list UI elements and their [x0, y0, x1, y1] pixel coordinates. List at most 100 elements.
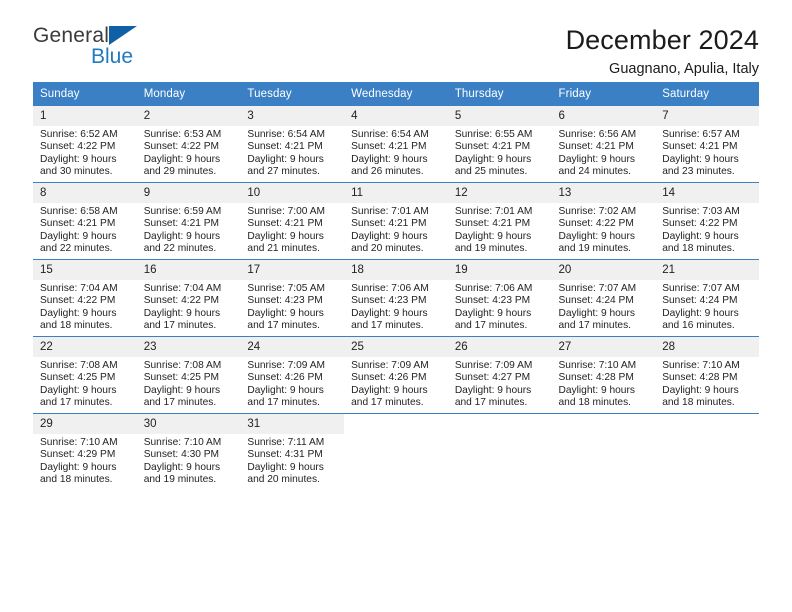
- sunrise-text: Sunrise: 7:09 AM: [247, 360, 325, 371]
- day-number: 19: [447, 260, 552, 280]
- day-cell[interactable]: 4 Sunrise: 6:54 AM Sunset: 4:21 PM Daylight…: [344, 106, 448, 182]
- day-number: 11: [344, 183, 448, 203]
- day-cell[interactable]: 30 Sunrise: 7:10 AM Sunset: 4:30 PM Dayligh…: [136, 414, 241, 490]
- daylight-text-line2: and 29 minutes.: [143, 166, 217, 178]
- calendar-week-row: 15 Sunrise: 7:04 AM Sunset: 4:22 PM Dayligh…: [33, 259, 759, 337]
- calendar-cell: 10 Sunrise: 7:00 AM Sunset: 4:21 PM Dayligh…: [240, 182, 345, 260]
- daylight-text-line1: Daylight: 9 hours: [143, 384, 221, 396]
- day-cell[interactable]: 3 Sunrise: 6:54 AM Sunset: 4:21 PM Daylight…: [240, 106, 345, 182]
- day-cell[interactable]: 14 Sunrise: 7:03 AM Sunset: 4:22 PM Dayligh…: [655, 183, 759, 259]
- day-details: Sunrise: 6:55 AM Sunset: 4:21 PM Daylight:…: [448, 126, 552, 179]
- calendar-week-row: 22 Sunrise: 7:08 AM Sunset: 4:25 PM Dayligh…: [33, 336, 759, 414]
- day-cell[interactable]: 9 Sunrise: 6:59 AM Sunset: 4:21 PM Daylight…: [136, 183, 241, 259]
- day-number: 15: [33, 260, 137, 280]
- day-cell[interactable]: 25 Sunrise: 7:09 AM Sunset: 4:26 PM Dayligh…: [344, 337, 448, 413]
- day-number: [447, 414, 552, 434]
- day-cell[interactable]: 27 Sunrise: 7:10 AM Sunset: 4:28 PM Dayligh…: [551, 337, 656, 413]
- sunset-text: Sunset: 4:25 PM: [143, 372, 220, 384]
- calendar-week-row: 1 Sunrise: 6:52 AM Sunset: 4:22 PM Daylight…: [33, 105, 759, 183]
- day-cell[interactable]: 8 Sunrise: 6:58 AM Sunset: 4:21 PM Daylight…: [33, 183, 137, 259]
- day-cell[interactable]: 1 Sunrise: 6:52 AM Sunset: 4:22 PM Daylight…: [33, 106, 137, 182]
- day-number: 20: [551, 260, 656, 280]
- day-number: 8: [33, 183, 137, 203]
- day-number: 30: [136, 414, 241, 434]
- weekday-header-sunday: Sunday: [33, 82, 137, 106]
- sunrise-text: Sunrise: 7:08 AM: [143, 360, 222, 371]
- title-block: December 2024 Guagnano, Apulia, Italy: [566, 24, 759, 79]
- day-cell[interactable]: 15 Sunrise: 7:04 AM Sunset: 4:22 PM Dayligh…: [33, 260, 137, 336]
- daylight-text-line2: and 18 minutes.: [662, 397, 735, 409]
- day-cell[interactable]: 17 Sunrise: 7:05 AM Sunset: 4:23 PM Dayligh…: [240, 260, 345, 336]
- daylight-text-line1: Daylight: 9 hours: [143, 230, 221, 242]
- sunrise-text: Sunrise: 6:54 AM: [351, 129, 429, 140]
- daylight-text-line1: Daylight: 9 hours: [662, 230, 739, 242]
- day-cell[interactable]: 13 Sunrise: 7:02 AM Sunset: 4:22 PM Dayligh…: [551, 183, 656, 259]
- calendar-cell: 26 Sunrise: 7:09 AM Sunset: 4:27 PM Dayligh…: [447, 336, 552, 414]
- day-cell[interactable]: 7 Sunrise: 6:57 AM Sunset: 4:21 PM Daylight…: [655, 106, 759, 182]
- weekday-header-saturday: Saturday: [655, 82, 759, 106]
- calendar-cell: 8 Sunrise: 6:58 AM Sunset: 4:21 PM Daylight…: [33, 182, 137, 260]
- day-cell[interactable]: 5 Sunrise: 6:55 AM Sunset: 4:21 PM Daylight…: [447, 106, 552, 182]
- day-details: Sunrise: 7:09 AM Sunset: 4:26 PM Daylight:…: [344, 357, 448, 410]
- sunset-text: Sunset: 4:25 PM: [40, 372, 116, 384]
- day-cell[interactable]: 20 Sunrise: 7:07 AM Sunset: 4:24 PM Dayligh…: [551, 260, 656, 336]
- day-cell[interactable]: 2 Sunrise: 6:53 AM Sunset: 4:22 PM Daylight…: [136, 106, 241, 182]
- sunrise-text: Sunrise: 7:05 AM: [247, 283, 325, 294]
- day-cell[interactable]: 26 Sunrise: 7:09 AM Sunset: 4:27 PM Dayligh…: [447, 337, 552, 413]
- day-cell[interactable]: 28 Sunrise: 7:10 AM Sunset: 4:28 PM Dayligh…: [655, 337, 759, 413]
- day-cell[interactable]: 11 Sunrise: 7:01 AM Sunset: 4:21 PM Dayligh…: [344, 183, 448, 259]
- page-title: December 2024: [565, 25, 759, 55]
- daylight-text-line1: Daylight: 9 hours: [558, 307, 635, 319]
- day-cell[interactable]: 18 Sunrise: 7:06 AM Sunset: 4:23 PM Dayligh…: [344, 260, 448, 336]
- day-cell[interactable]: 12 Sunrise: 7:01 AM Sunset: 4:21 PM Dayligh…: [447, 183, 552, 259]
- daylight-text-line2: and 17 minutes.: [351, 320, 424, 332]
- day-details: Sunrise: 7:01 AM Sunset: 4:21 PM Daylight:…: [448, 203, 552, 256]
- daylight-text-line1: Daylight: 9 hours: [351, 153, 428, 165]
- day-cell[interactable]: 10 Sunrise: 7:00 AM Sunset: 4:21 PM Dayligh…: [240, 183, 345, 259]
- calendar-body: 1 Sunrise: 6:52 AM Sunset: 4:22 PM Daylight…: [33, 105, 759, 490]
- day-cell[interactable]: 6 Sunrise: 6:56 AM Sunset: 4:21 PM Daylight…: [551, 106, 656, 182]
- sunrise-text: Sunrise: 7:10 AM: [662, 360, 740, 371]
- day-cell[interactable]: 19 Sunrise: 7:06 AM Sunset: 4:23 PM Dayligh…: [447, 260, 552, 336]
- day-details: [448, 434, 552, 437]
- sunrise-text: Sunrise: 7:02 AM: [558, 206, 637, 217]
- day-cell[interactable]: 29 Sunrise: 7:10 AM Sunset: 4:29 PM Dayligh…: [33, 414, 137, 490]
- sunrise-text: Sunrise: 6:57 AM: [662, 129, 740, 140]
- calendar-cell: 6 Sunrise: 6:56 AM Sunset: 4:21 PM Daylight…: [551, 105, 656, 183]
- sunset-text: Sunset: 4:28 PM: [558, 372, 634, 384]
- sunset-text: Sunset: 4:22 PM: [662, 218, 738, 230]
- sunrise-text: Sunrise: 6:53 AM: [143, 129, 222, 140]
- day-cell[interactable]: 16 Sunrise: 7:04 AM Sunset: 4:22 PM Dayligh…: [136, 260, 241, 336]
- day-cell[interactable]: 23 Sunrise: 7:08 AM Sunset: 4:25 PM Dayligh…: [136, 337, 241, 413]
- sunrise-text: Sunrise: 6:58 AM: [40, 206, 118, 217]
- calendar-cell: [344, 413, 448, 490]
- daylight-text-line2: and 22 minutes.: [143, 243, 217, 255]
- day-details: Sunrise: 7:10 AM Sunset: 4:28 PM Daylight:…: [552, 357, 656, 410]
- calendar-cell: 18 Sunrise: 7:06 AM Sunset: 4:23 PM Dayligh…: [344, 259, 448, 337]
- sunset-text: Sunset: 4:21 PM: [40, 218, 116, 230]
- daylight-text-line2: and 18 minutes.: [558, 397, 632, 409]
- day-cell[interactable]: 22 Sunrise: 7:08 AM Sunset: 4:25 PM Dayligh…: [33, 337, 137, 413]
- sunrise-text: Sunrise: 6:54 AM: [247, 129, 325, 140]
- day-cell[interactable]: 21 Sunrise: 7:07 AM Sunset: 4:24 PM Dayligh…: [655, 260, 759, 336]
- calendar-cell: 3 Sunrise: 6:54 AM Sunset: 4:21 PM Daylight…: [240, 105, 345, 183]
- daylight-text-line2: and 20 minutes.: [351, 243, 424, 255]
- sunset-text: Sunset: 4:29 PM: [40, 449, 116, 461]
- daylight-text-line1: Daylight: 9 hours: [454, 307, 532, 319]
- sunrise-text: Sunrise: 7:06 AM: [351, 283, 429, 294]
- general-blue-logo[interactable]: General Blue: [33, 24, 233, 76]
- daylight-text-line2: and 17 minutes.: [558, 320, 632, 332]
- sunrise-text: Sunrise: 7:03 AM: [662, 206, 740, 217]
- day-number: 31: [240, 414, 345, 434]
- calendar-cell: [655, 413, 759, 490]
- sunset-text: Sunset: 4:23 PM: [454, 295, 531, 307]
- page-header: General Blue December 2024 Guagnano, Apu…: [33, 0, 759, 77]
- day-cell[interactable]: 24 Sunrise: 7:09 AM Sunset: 4:26 PM Dayligh…: [240, 337, 345, 413]
- sunrise-text: Sunrise: 7:01 AM: [351, 206, 429, 217]
- day-number: 27: [551, 337, 656, 357]
- sunset-text: Sunset: 4:21 PM: [351, 141, 427, 153]
- sunrise-text: Sunrise: 7:11 AM: [247, 437, 325, 448]
- day-cell[interactable]: 31 Sunrise: 7:11 AM Sunset: 4:31 PM Dayligh…: [240, 414, 345, 490]
- daylight-text-line1: Daylight: 9 hours: [454, 153, 532, 165]
- daylight-text-line2: and 17 minutes.: [40, 397, 113, 409]
